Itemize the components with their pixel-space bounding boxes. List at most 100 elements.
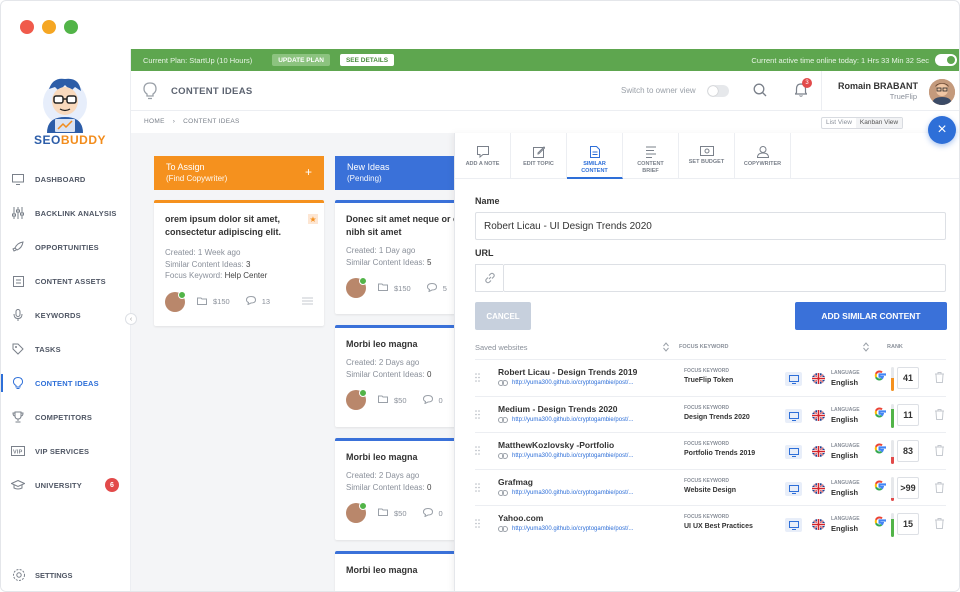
sidebar-item-dashboard[interactable]: DASHBOARD — [1, 162, 131, 196]
website-link[interactable]: http://yuma300.github.io/cryptogambie/po… — [498, 380, 633, 386]
drag-handle-icon[interactable] — [475, 483, 480, 495]
add-card-button[interactable]: + — [305, 165, 312, 179]
url-input[interactable] — [503, 264, 946, 292]
website-link[interactable]: http://yuma300.github.io/cryptogambie/po… — [498, 417, 633, 423]
clipboard-icon — [11, 274, 25, 288]
language-label: LANGUAGE — [831, 516, 860, 522]
search-icon[interactable] — [753, 83, 767, 100]
tab-similar-content[interactable]: SIMILAR CONTENT — [567, 133, 623, 179]
monitor-icon[interactable] — [785, 518, 802, 532]
sidebar-item-university[interactable]: UNIVERSITY 6 — [1, 468, 131, 502]
sidebar-item-opportunities[interactable]: OPPORTUNITIES — [1, 230, 131, 264]
card-price: $150 — [394, 283, 411, 293]
drag-handle-icon[interactable] — [475, 446, 480, 458]
avatar[interactable] — [165, 290, 186, 312]
drag-handle-icon[interactable] — [475, 519, 480, 531]
drag-handle-icon[interactable] — [475, 410, 480, 422]
avatar[interactable] — [346, 502, 367, 523]
trash-icon[interactable] — [935, 372, 944, 386]
tab-content-brief[interactable]: CONTENT BRIEF — [623, 133, 679, 179]
card-comments: 0 — [438, 395, 443, 405]
add-similar-content-button[interactable]: ADD SIMILAR CONTENT — [795, 302, 947, 330]
saved-websites-title: Saved websites — [475, 343, 528, 352]
vip-card-icon: VIP — [11, 444, 25, 458]
google-icon — [873, 369, 887, 385]
google-icon — [873, 442, 887, 458]
website-link[interactable]: http://yuma300.github.io/cryptogambie/po… — [498, 526, 633, 532]
tab-label: CONTENT BRIEF — [637, 161, 664, 174]
column-subtitle: (Find Copywriter) — [166, 174, 228, 183]
breadcrumb-home[interactable]: HOME — [144, 118, 165, 125]
table-row[interactable]: Robert Licau - Design Trends 2019 http://… — [475, 359, 946, 396]
sidebar-item-content-assets[interactable]: CONTENT ASSETS — [1, 264, 131, 298]
panel-tabs: ADD A NOTE EDIT TOPIC SIMILAR CONTENT CO… — [455, 133, 959, 179]
focus-keyword-value: Portfolio Trends 2019 — [684, 450, 756, 457]
avatar[interactable] — [346, 389, 367, 410]
website-link[interactable]: http://yuma300.github.io/cryptogambie/po… — [498, 490, 633, 496]
close-window-button[interactable] — [20, 20, 34, 34]
trash-icon[interactable] — [935, 445, 944, 459]
sidebar-item-competitors[interactable]: COMPETITORS — [1, 400, 131, 434]
table-row[interactable]: Yahoo.com http://yuma300.github.io/crypto… — [475, 505, 946, 542]
rank-strength-bar — [891, 440, 894, 464]
sidebar-item-content-ideas[interactable]: CONTENT IDEAS — [1, 366, 131, 400]
see-details-button[interactable]: SEE DETAILS — [339, 54, 395, 66]
sidebar-item-vip-services[interactable]: VIP VIP SERVICES — [1, 434, 131, 468]
drag-handle-icon[interactable] — [475, 373, 480, 385]
owner-view-toggle[interactable] — [707, 85, 729, 97]
link-icon — [498, 453, 508, 459]
monitor-icon[interactable] — [785, 445, 802, 459]
tab-label: ADD A NOTE — [465, 161, 500, 167]
list-view-button[interactable]: List View — [822, 118, 856, 128]
table-row[interactable]: Grafmag http://yuma300.github.io/cryptoga… — [475, 469, 946, 506]
folder-icon — [378, 508, 388, 518]
table-row[interactable]: MatthewKozlovsky -Portfolio http://yuma30… — [475, 432, 946, 469]
trash-icon[interactable] — [935, 518, 944, 532]
idea-detail-panel: ADD A NOTE EDIT TOPIC SIMILAR CONTENT CO… — [454, 133, 959, 591]
maximize-window-button[interactable] — [64, 20, 78, 34]
trash-icon[interactable] — [935, 482, 944, 496]
monitor-icon[interactable] — [785, 409, 802, 423]
sidebar-item-tasks[interactable]: TASKS — [1, 332, 131, 366]
website-link[interactable]: http://yuma300.github.io/cryptogambie/po… — [498, 453, 633, 459]
sort-icon[interactable] — [863, 342, 869, 354]
monitor-icon[interactable] — [785, 482, 802, 496]
bell-icon[interactable]: 3 — [794, 78, 812, 100]
table-row[interactable]: Medium - Design Trends 2020 http://yuma30… — [475, 396, 946, 433]
star-icon[interactable]: ★ — [308, 214, 318, 224]
rank-strength-fill — [891, 498, 894, 501]
tab-copywriter[interactable]: COPYWRITER — [735, 133, 791, 179]
sidebar-collapse-button[interactable]: ‹ — [125, 313, 137, 325]
minimize-window-button[interactable] — [42, 20, 56, 34]
update-plan-button[interactable]: UPDATE PLAN — [272, 54, 330, 66]
sidebar-item-backlink-analysis[interactable]: BACKLINK ANALYSIS — [1, 196, 131, 230]
timer-toggle[interactable] — [935, 54, 957, 66]
user-avatar[interactable] — [929, 79, 955, 105]
gear-icon — [11, 567, 27, 583]
uk-flag-icon — [812, 519, 825, 530]
tag-icon — [11, 342, 25, 356]
tab-add-note[interactable]: ADD A NOTE — [455, 133, 511, 179]
sidebar-item-keywords[interactable]: KEYWORDS — [1, 298, 131, 332]
idea-card[interactable]: ★ orem ipsum dolor sit amet, consectetur… — [154, 200, 324, 326]
language-value: English — [831, 451, 859, 460]
trash-icon[interactable] — [935, 409, 944, 423]
menu-lines-icon[interactable] — [302, 297, 313, 307]
card-title: orem ipsum dolor sit amet, consectetur a… — [165, 214, 282, 237]
focus-keyword-value: Website Design — [684, 487, 736, 494]
name-input[interactable]: Robert Licau - UI Design Trends 2020 — [475, 212, 946, 240]
kanban-view-button[interactable]: Kanban View — [855, 118, 903, 128]
sidebar-item-settings[interactable]: SETTINGS — [11, 567, 73, 583]
sliders-icon — [11, 206, 25, 220]
sort-icon[interactable] — [663, 342, 669, 354]
sidebar-item-label: DASHBOARD — [35, 174, 86, 184]
sidebar-item-label: CONTENT ASSETS — [35, 276, 106, 286]
language-value: English — [831, 488, 859, 497]
avatar[interactable] — [346, 277, 367, 298]
close-panel-button[interactable]: × — [928, 116, 956, 144]
rank-value: >99 — [897, 477, 919, 499]
monitor-icon[interactable] — [785, 372, 802, 386]
cancel-button[interactable]: CANCEL — [475, 302, 531, 330]
tab-edit-topic[interactable]: EDIT TOPIC — [511, 133, 567, 179]
tab-set-budget[interactable]: SET BUDGET — [679, 133, 735, 179]
